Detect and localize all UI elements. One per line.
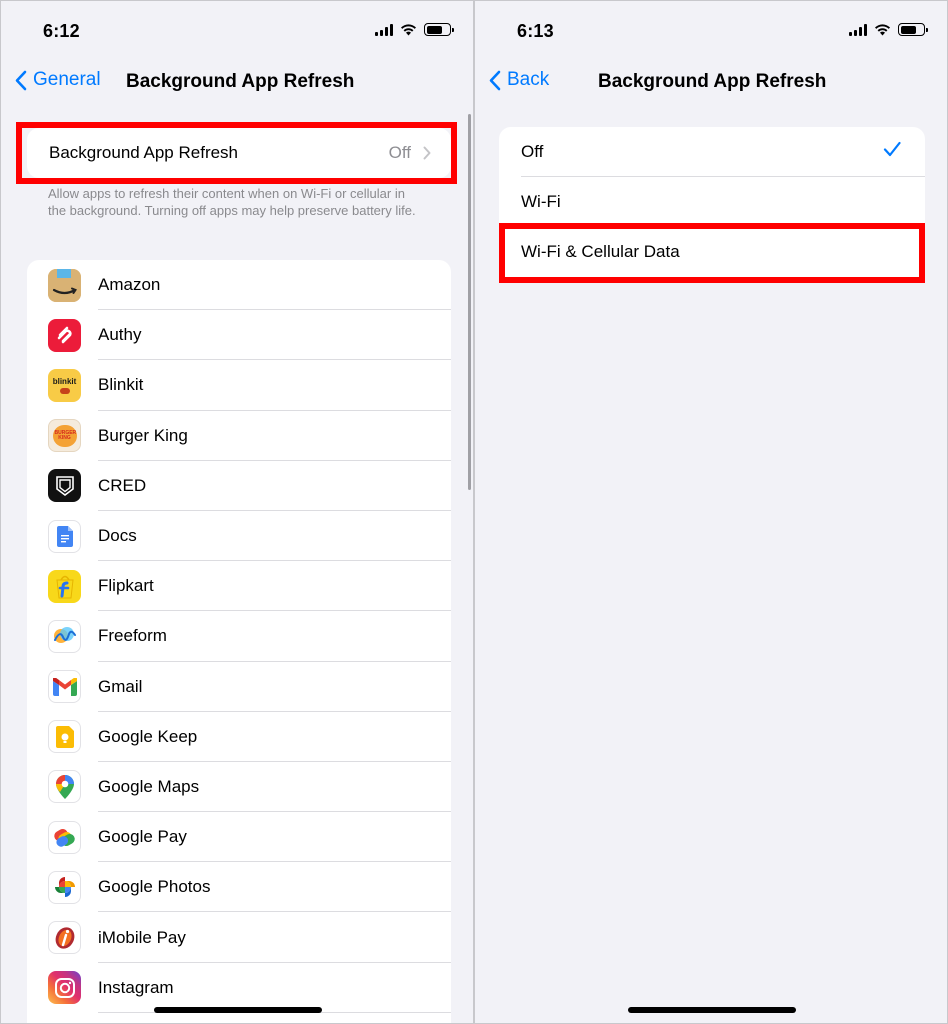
left-screen: 6:12 General Background App Refresh Back… xyxy=(0,0,474,1024)
chevron-left-icon xyxy=(489,70,501,90)
app-name: Google Maps xyxy=(98,776,200,796)
battery-icon xyxy=(424,23,454,36)
burger-king-icon-text: BURGER KING xyxy=(54,429,77,441)
status-time: 6:13 xyxy=(517,21,554,41)
amazon-icon xyxy=(48,268,81,302)
app-name: Burger King xyxy=(98,425,188,445)
home-indicator[interactable] xyxy=(628,1007,796,1013)
gmail-icon xyxy=(48,670,81,704)
instagram-icon xyxy=(48,971,81,1005)
app-name: Google Photos xyxy=(98,877,211,897)
imobile-pay-icon xyxy=(48,921,81,955)
list-item-burger-king[interactable]: BURGER KING Burger King xyxy=(27,411,451,461)
highlight-box xyxy=(16,122,457,184)
burger-king-icon: BURGER KING xyxy=(48,419,81,453)
list-item-google-maps[interactable]: Google Maps xyxy=(27,762,451,813)
google-pay-icon xyxy=(48,820,81,854)
back-label: Back xyxy=(507,69,550,90)
cellular-signal-icon xyxy=(375,23,393,36)
app-name: Authy xyxy=(98,325,142,345)
status-icons xyxy=(849,23,928,36)
list-item-gmail[interactable]: Gmail xyxy=(27,662,451,712)
docs-icon xyxy=(48,519,81,553)
blinkit-icon: blinkit xyxy=(48,368,81,402)
list-item-flipkart[interactable]: Flipkart xyxy=(27,561,451,612)
list-item-instagram[interactable]: Instagram xyxy=(27,963,451,1013)
wifi-icon xyxy=(401,24,416,36)
app-name: Freeform xyxy=(98,626,167,646)
app-name: Google Pay xyxy=(98,827,187,847)
back-button[interactable]: General xyxy=(15,69,101,91)
app-name: Google Keep xyxy=(98,726,198,746)
app-name: Amazon xyxy=(98,275,161,295)
option-label: Off xyxy=(521,142,544,161)
home-indicator[interactable] xyxy=(154,1007,322,1013)
google-keep-icon xyxy=(48,720,81,754)
authy-icon xyxy=(48,318,81,352)
page-title: Background App Refresh xyxy=(126,71,355,92)
list-item-cred[interactable]: CRED xyxy=(27,461,451,511)
back-label: General xyxy=(33,69,101,90)
right-screen: 6:13 Back Background App Refresh Off Wi-… xyxy=(474,0,948,1024)
app-name: Flipkart xyxy=(98,576,154,596)
blinkit-icon-text: blinkit xyxy=(52,376,77,386)
app-name: iMobile Pay xyxy=(98,927,186,947)
chevron-left-icon xyxy=(15,70,27,90)
status-icons xyxy=(375,23,454,36)
list-item-amazon[interactable]: Amazon xyxy=(27,260,451,311)
list-item-docs[interactable]: Docs xyxy=(27,511,451,562)
navigation-bar: Back Background App Refresh xyxy=(475,63,947,103)
highlight-box xyxy=(499,223,925,283)
freeform-icon xyxy=(48,619,81,653)
option-wifi[interactable]: Wi-Fi xyxy=(499,177,925,227)
app-name: Instagram xyxy=(98,977,174,997)
page-title: Background App Refresh xyxy=(598,71,827,92)
checkmark-icon xyxy=(883,141,901,157)
google-maps-icon xyxy=(48,770,81,804)
google-photos-icon xyxy=(48,870,81,904)
back-button[interactable]: Back xyxy=(489,69,549,91)
list-item-google-photos[interactable]: Google Photos xyxy=(27,862,451,913)
list-item-freeform[interactable]: Freeform xyxy=(27,611,451,662)
list-item-google-keep[interactable]: Google Keep xyxy=(27,712,451,762)
list-item-imobile-pay[interactable]: iMobile Pay xyxy=(27,912,451,963)
status-bar: 6:12 xyxy=(1,17,473,45)
app-name: Docs xyxy=(98,526,137,546)
navigation-bar: General Background App Refresh xyxy=(1,63,473,103)
list-item-authy[interactable]: Authy xyxy=(27,310,451,361)
option-label: Wi-Fi xyxy=(521,192,561,211)
wifi-icon xyxy=(875,24,890,36)
cellular-signal-icon xyxy=(849,23,867,36)
status-time: 6:12 xyxy=(43,21,80,41)
app-name: Gmail xyxy=(98,676,143,696)
option-off[interactable]: Off xyxy=(499,127,925,177)
cred-icon xyxy=(48,469,81,503)
flipkart-icon xyxy=(48,569,81,603)
apps-list: Amazon Authy blinkit Blinkit BURGER KING xyxy=(27,260,451,1023)
app-name: Blinkit xyxy=(98,375,144,395)
scroll-indicator[interactable] xyxy=(468,114,471,490)
setting-footer-text: Allow apps to refresh their content when… xyxy=(48,186,416,218)
list-item-google-pay[interactable]: Google Pay xyxy=(27,812,451,863)
battery-icon xyxy=(898,23,928,36)
status-bar: 6:13 xyxy=(475,17,947,45)
app-name: CRED xyxy=(98,475,147,495)
list-item-blinkit[interactable]: blinkit Blinkit xyxy=(27,360,451,411)
